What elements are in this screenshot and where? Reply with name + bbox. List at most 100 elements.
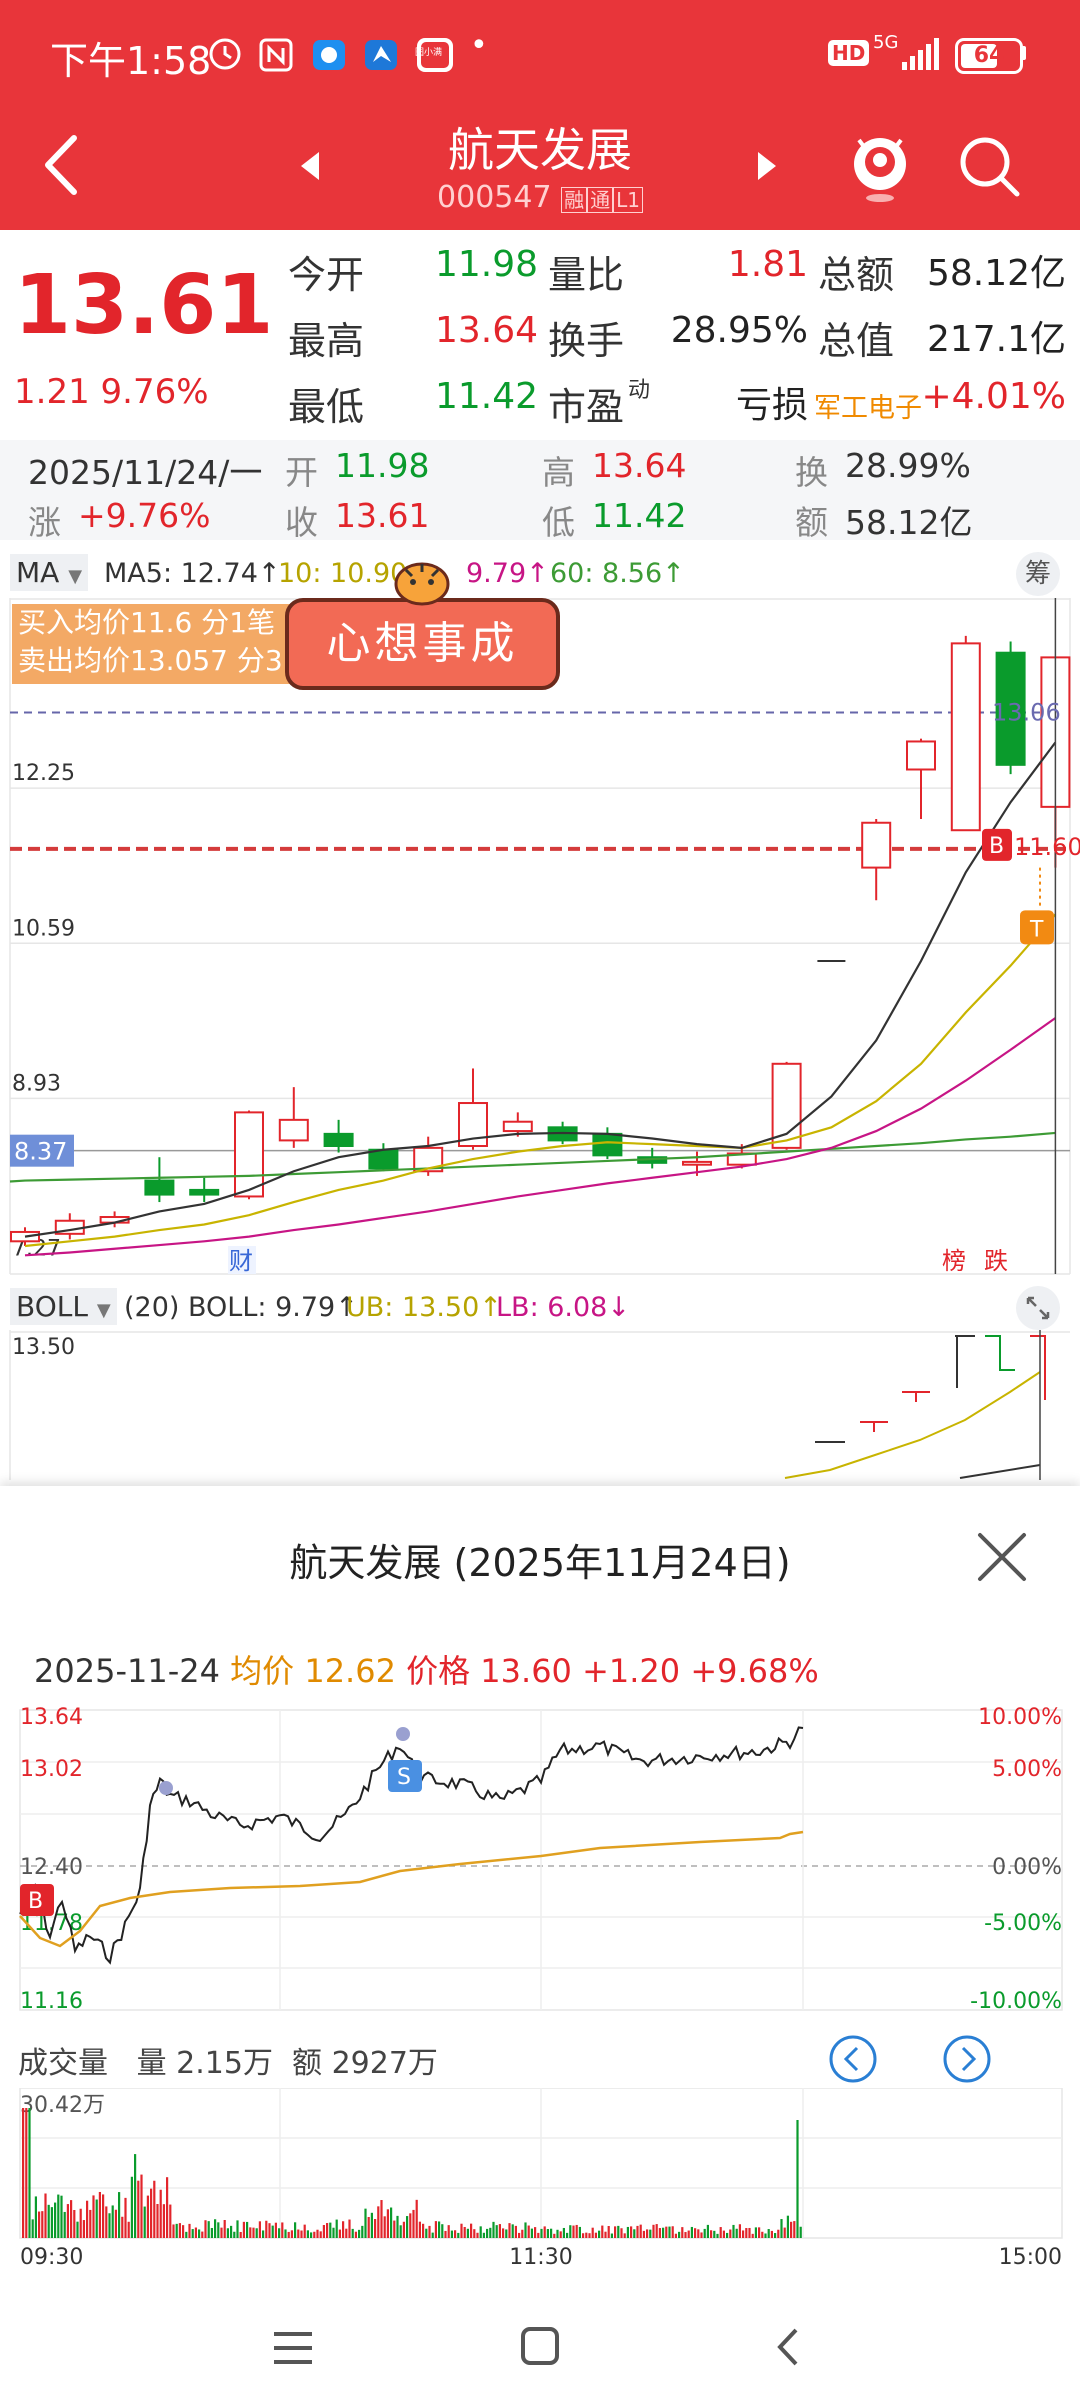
ma20-label: 9.79↑ [466,558,549,589]
volume-bar [338,2229,341,2238]
volume-bar [588,2233,591,2238]
volume-bar [646,2229,649,2238]
volume-bar [719,2227,722,2238]
prev-stock-button[interactable] [295,146,325,186]
volume-bar [351,2228,354,2238]
prev-day-button[interactable] [828,2034,878,2084]
volume-bar [658,2228,661,2238]
close-icon[interactable] [975,1530,1029,1584]
quote-label: 市盈 [548,385,625,429]
chip-distribution-button[interactable]: 筹 [1016,552,1060,596]
candle-up [502,1120,533,1133]
volume-bar [239,2231,242,2238]
volume-bar [399,2225,402,2238]
volume-bar [300,2230,303,2238]
sell-marker: S [388,1760,422,1792]
volume-bar [127,2221,130,2238]
t-marker: T [1020,910,1054,945]
volume-bar [742,2230,745,2238]
volume-bar [316,2229,319,2238]
volume-bar [198,2229,201,2238]
volume-bar [31,2219,34,2238]
sell-avg-tag: 13.06 [992,699,1061,727]
candle-down [368,1148,399,1170]
volume-bar [364,2208,367,2238]
volume-bar [425,2228,428,2238]
volume-bar [25,2108,28,2238]
boll-mid-line [959,1464,1041,1479]
boll-dropdown[interactable]: BOLL ▼ [10,1288,117,1325]
assistant-robot-icon[interactable] [845,126,915,206]
nfc-icon [259,38,293,72]
volume-bar [460,2223,463,2238]
volume-bar [735,2228,738,2238]
change-amount: 1.21 [14,372,90,412]
candle-up [771,1062,802,1149]
back-nav-icon[interactable] [768,2324,808,2370]
volume-bar [578,2226,581,2238]
intraday-chart[interactable]: 13.6413.0212.4011.7811.1610.00%5.00%0.00… [0,1706,1080,2036]
title-bar: 航天发展 000547 融通 L1 [0,108,1080,230]
volume-bar [265,2220,268,2238]
alarm-icon [209,38,241,70]
indicator-dropdown[interactable]: MA ▼ [10,554,89,591]
tiger-sticker-icon [394,562,450,606]
volume-bar [278,2228,281,2238]
search-icon[interactable] [955,132,1025,202]
volume-bar [178,2223,181,2238]
quote-label: 最高 [288,319,365,363]
next-stock-button[interactable] [752,146,782,186]
volume-bar [470,2223,473,2238]
trade-avg-box: 买入均价11.6 分1笔 卖出均价13.057 分3 [12,604,303,684]
rank-marker-text: 榜 [942,1247,966,1275]
volume-bar [530,2228,533,2238]
volume-bar [98,2191,101,2238]
stock-title: 航天发展 [448,123,632,177]
volume-bar [783,2227,786,2238]
volume-bar [562,2227,565,2238]
volume-bar [121,2216,124,2238]
boll-ub-label: UB: 13.50↑ [346,1292,502,1323]
volume-bar [246,2221,249,2238]
kline-axis-label: 10.59 [12,916,75,941]
expand-icon[interactable] [1016,1286,1060,1330]
kline-chart[interactable]: 12.2510.598.937.278.3713.06B 11.60T财榜跌 [0,598,1080,1278]
volume-bar [575,2224,578,2238]
quote-label: 换手 [548,319,625,363]
volume-bar [182,2225,185,2238]
volume-bar [284,2229,287,2238]
volume-bar [66,2204,69,2238]
quote-grid: 今开 11.98 量比 1.81 总额 58.12亿 最高 13.64 换手 28.95% 总值 21… [288,244,1068,434]
volume-bar [111,2205,114,2238]
volume-bar [188,2223,191,2238]
volume-bar [594,2232,597,2238]
volume-bar [194,2227,197,2238]
volume-bar [294,2222,297,2238]
amount-label: 额 [292,2046,323,2081]
quote-value: 11.98 [434,244,538,285]
volume-bar [777,2229,780,2238]
volume-bar [230,2225,233,2238]
volume-bar [82,2220,85,2238]
day-amount-value: 58.12亿 [845,503,973,542]
boll-indicator-bar: BOLL ▼ (20) BOLL: 9.79↑ UB: 13.50↑ LB: 6… [0,1282,1080,1332]
volume-bar [281,2222,284,2238]
volume-bar [303,2224,306,2238]
next-day-button[interactable] [942,2034,992,2084]
volume-bar [329,2222,332,2238]
price-value: 13.60 [480,1652,572,1690]
quote-value: +4.01% [921,376,1066,417]
volume-bar [47,2204,50,2238]
quote-value: 亏损 [735,385,808,426]
menu-icon[interactable] [270,2326,316,2370]
home-icon[interactable] [518,2324,562,2368]
buy-price-tag: 11.60 [1014,833,1080,861]
quote-value: 1.81 [727,244,808,285]
volume-title: 成交量 [18,2046,108,2081]
volume-bar [486,2228,489,2238]
right-axis-label: 5.00% [992,1757,1062,1782]
back-button[interactable] [36,130,86,200]
volume-bar [153,2180,156,2238]
volume-bar [159,2189,162,2238]
volume-bar [540,2228,543,2238]
